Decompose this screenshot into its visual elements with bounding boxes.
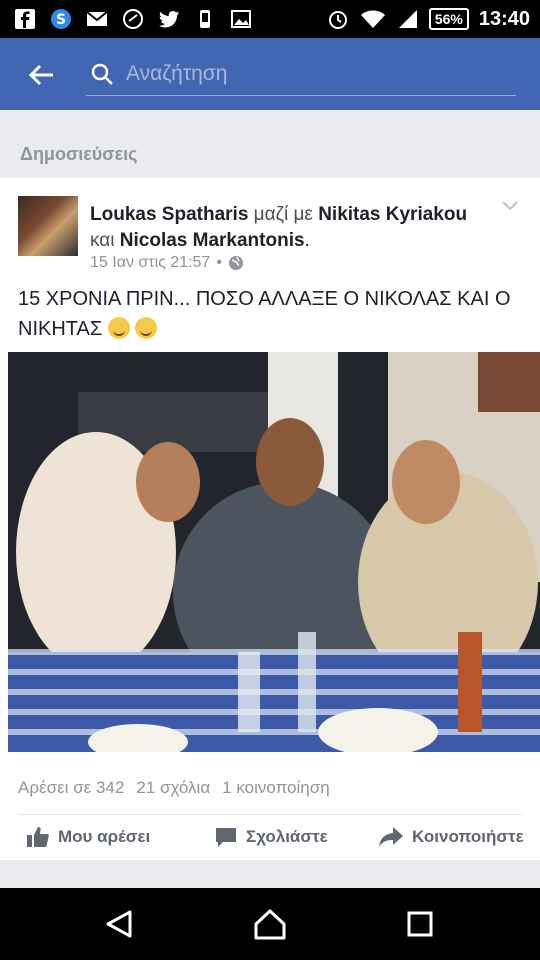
comment-button[interactable]: Σχολιάστε	[214, 826, 328, 848]
battery-indicator: 56%	[428, 8, 469, 30]
search-input[interactable]	[126, 58, 506, 90]
back-arrow-icon[interactable]	[26, 60, 56, 90]
post-stats: Αρέσει σε 342 21 σχόλια 1 κοινοποίηση	[18, 778, 330, 798]
post-text-body: 15 ΧΡΟΝΙΑ ΠΡΙΝ... ΠΟΣΟ ΑΛΛΑΞΕ Ο ΝΙΚΟΛΑΣ …	[18, 288, 511, 340]
tagged-user-1[interactable]: Nikitas Kyriakou	[318, 204, 467, 225]
shares-count[interactable]: 1 κοινοποίηση	[222, 778, 330, 798]
post-meta: 15 Ιαν στις 21:57 •	[90, 254, 244, 272]
smiley-icon	[107, 317, 130, 339]
nav-bar	[0, 888, 540, 960]
home-nav-icon[interactable]	[252, 906, 288, 942]
chevron-down-icon[interactable]	[500, 198, 520, 214]
search-icon	[91, 63, 113, 85]
share-button[interactable]: Κοινοποιήστε	[378, 826, 524, 848]
likes-count[interactable]: Αρέσει σε 342	[18, 778, 124, 798]
section-title: Δημοσιεύσεις	[20, 144, 138, 164]
svg-text:S: S	[56, 12, 66, 28]
post-text: 15 ΧΡΟΝΙΑ ΠΡΙΝ... ΠΟΣΟ ΑΛΛΑΞΕ Ο ΝΙΚΟΛΑΣ …	[18, 284, 528, 344]
share-icon	[379, 827, 403, 847]
tagged-user-2[interactable]: Nicolas Markantonis	[120, 230, 305, 251]
mail-icon	[86, 11, 108, 26]
skype-icon: S	[51, 9, 71, 29]
comment-icon	[216, 828, 236, 847]
twitter-icon	[159, 11, 179, 28]
like-label: Μου αρέσει	[58, 827, 151, 846]
search-field[interactable]	[86, 56, 516, 96]
thumbs-up-icon	[27, 827, 49, 847]
meta-separator: •	[216, 254, 222, 271]
smiley-icon	[135, 317, 158, 339]
back-nav-icon[interactable]	[102, 906, 138, 942]
alarm-icon	[328, 11, 347, 29]
signal-icon	[398, 10, 417, 28]
globe-icon	[228, 256, 243, 270]
image-icon	[231, 10, 251, 28]
end-punct: .	[304, 230, 310, 251]
author-name[interactable]: Loukas Spatharis	[90, 204, 248, 225]
post-actions: Μου αρέσει Σχολιάστε Κοινοποιήστε	[0, 816, 540, 860]
facebook-icon	[15, 9, 35, 29]
like-button[interactable]: Μου αρέσει	[26, 826, 150, 848]
comments-count[interactable]: 21 σχόλια	[136, 778, 210, 798]
post-author-line: Loukas Spatharis μαζί με Nikitas Kyriako…	[90, 202, 490, 254]
sync-icon	[123, 9, 143, 29]
search-header	[0, 38, 540, 110]
avatar[interactable]	[18, 196, 78, 256]
share-label: Κοινοποιήστε	[412, 827, 524, 846]
post-date[interactable]: 15 Ιαν στις 21:57	[90, 254, 210, 272]
status-bar: S 56% 13:40	[0, 0, 540, 38]
notification-icon	[200, 10, 210, 28]
wifi-icon	[360, 10, 385, 28]
divider	[18, 814, 522, 815]
and-text: και	[90, 230, 120, 251]
with-text: μαζί με	[248, 204, 319, 225]
clock: 13:40	[478, 7, 530, 30]
comment-label: Σχολιάστε	[246, 827, 328, 846]
recents-nav-icon[interactable]	[402, 906, 438, 942]
post-photo[interactable]	[8, 352, 540, 752]
post-card: Loukas Spatharis μαζί με Nikitas Kyriako…	[0, 178, 540, 860]
section-header: Δημοσιεύσεις	[0, 110, 540, 178]
feed-gap	[0, 860, 540, 888]
